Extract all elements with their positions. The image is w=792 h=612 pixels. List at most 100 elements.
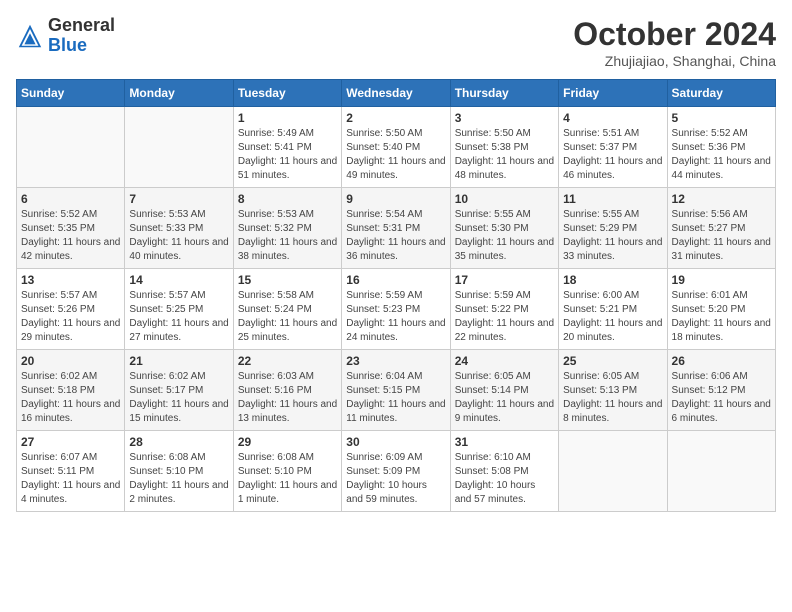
day-info: Sunrise: 6:02 AM Sunset: 5:18 PM Dayligh… [21, 370, 120, 426]
calendar-day-cell: 2 Sunrise: 5:50 AM Sunset: 5:40 PM Daylig… [342, 107, 450, 188]
day-number: 14 [129, 273, 228, 287]
day-number: 9 [346, 192, 445, 206]
day-info: Sunrise: 5:59 AM Sunset: 5:22 PM Dayligh… [455, 289, 554, 345]
calendar-day-cell: 13 Sunrise: 5:57 AM Sunset: 5:26 PM Dayli… [17, 269, 125, 350]
day-number: 16 [346, 273, 445, 287]
day-number: 23 [346, 354, 445, 368]
day-info: Sunrise: 6:00 AM Sunset: 5:21 PM Dayligh… [563, 289, 662, 345]
day-number: 12 [672, 192, 771, 206]
calendar-day-cell [667, 431, 775, 512]
day-info: Sunrise: 5:59 AM Sunset: 5:23 PM Dayligh… [346, 289, 445, 345]
calendar-day-cell: 10 Sunrise: 5:55 AM Sunset: 5:30 PM Dayli… [450, 188, 558, 269]
day-info: Sunrise: 5:57 AM Sunset: 5:25 PM Dayligh… [129, 289, 228, 345]
calendar-day-cell: 11 Sunrise: 5:55 AM Sunset: 5:29 PM Dayli… [559, 188, 667, 269]
day-number: 5 [672, 111, 771, 125]
day-info: Sunrise: 5:52 AM Sunset: 5:35 PM Dayligh… [21, 208, 120, 264]
day-number: 25 [563, 354, 662, 368]
location: Zhujiajiao, Shanghai, China [573, 53, 776, 69]
calendar-day-cell: 8 Sunrise: 5:53 AM Sunset: 5:32 PM Daylig… [233, 188, 341, 269]
day-info: Sunrise: 5:52 AM Sunset: 5:36 PM Dayligh… [672, 127, 771, 183]
day-number: 2 [346, 111, 445, 125]
logo-icon [16, 22, 44, 50]
calendar-day-cell: 12 Sunrise: 5:56 AM Sunset: 5:27 PM Dayli… [667, 188, 775, 269]
day-info: Sunrise: 5:57 AM Sunset: 5:26 PM Dayligh… [21, 289, 120, 345]
calendar-day-cell: 27 Sunrise: 6:07 AM Sunset: 5:11 PM Dayli… [17, 431, 125, 512]
day-number: 18 [563, 273, 662, 287]
calendar-day-cell: 7 Sunrise: 5:53 AM Sunset: 5:33 PM Daylig… [125, 188, 233, 269]
day-number: 24 [455, 354, 554, 368]
calendar-day-cell: 18 Sunrise: 6:00 AM Sunset: 5:21 PM Dayli… [559, 269, 667, 350]
day-info: Sunrise: 5:53 AM Sunset: 5:33 PM Dayligh… [129, 208, 228, 264]
calendar-day-cell: 1 Sunrise: 5:49 AM Sunset: 5:41 PM Daylig… [233, 107, 341, 188]
calendar-day-cell: 28 Sunrise: 6:08 AM Sunset: 5:10 PM Dayli… [125, 431, 233, 512]
day-number: 29 [238, 435, 337, 449]
day-info: Sunrise: 6:03 AM Sunset: 5:16 PM Dayligh… [238, 370, 337, 426]
calendar-day-cell: 25Sunrise: 6:05 AM Sunset: 5:13 PM Dayli… [559, 350, 667, 431]
calendar-day-cell: 19 Sunrise: 6:01 AM Sunset: 5:20 PM Dayli… [667, 269, 775, 350]
day-number: 28 [129, 435, 228, 449]
day-info: Sunrise: 5:55 AM Sunset: 5:30 PM Dayligh… [455, 208, 554, 264]
day-number: 1 [238, 111, 337, 125]
logo: General Blue [16, 16, 115, 56]
calendar-day-cell: 20 Sunrise: 6:02 AM Sunset: 5:18 PM Dayli… [17, 350, 125, 431]
calendar-day-cell: 23Sunrise: 6:04 AM Sunset: 5:15 PM Dayli… [342, 350, 450, 431]
calendar-week-row: 27 Sunrise: 6:07 AM Sunset: 5:11 PM Dayli… [17, 431, 776, 512]
day-info: Sunrise: 6:09 AM Sunset: 5:09 PM Dayligh… [346, 451, 445, 507]
day-info: Sunrise: 5:51 AM Sunset: 5:37 PM Dayligh… [563, 127, 662, 183]
calendar-day-cell: 4 Sunrise: 5:51 AM Sunset: 5:37 PM Daylig… [559, 107, 667, 188]
day-number: 3 [455, 111, 554, 125]
day-info: Sunrise: 5:56 AM Sunset: 5:27 PM Dayligh… [672, 208, 771, 264]
calendar-day-cell [17, 107, 125, 188]
day-number: 10 [455, 192, 554, 206]
calendar-day-cell: 21Sunrise: 6:02 AM Sunset: 5:17 PM Dayli… [125, 350, 233, 431]
day-info: Sunrise: 5:54 AM Sunset: 5:31 PM Dayligh… [346, 208, 445, 264]
day-number: 19 [672, 273, 771, 287]
day-info: Sunrise: 6:10 AM Sunset: 5:08 PM Dayligh… [455, 451, 554, 507]
day-info: Sunrise: 5:53 AM Sunset: 5:32 PM Dayligh… [238, 208, 337, 264]
day-number: 30 [346, 435, 445, 449]
calendar-day-cell: 15 Sunrise: 5:58 AM Sunset: 5:24 PM Dayli… [233, 269, 341, 350]
calendar-day-cell: 26Sunrise: 6:06 AM Sunset: 5:12 PM Dayli… [667, 350, 775, 431]
day-info: Sunrise: 5:55 AM Sunset: 5:29 PM Dayligh… [563, 208, 662, 264]
calendar-day-cell: 6 Sunrise: 5:52 AM Sunset: 5:35 PM Daylig… [17, 188, 125, 269]
day-number: 8 [238, 192, 337, 206]
weekday-header: Wednesday [342, 80, 450, 107]
day-number: 15 [238, 273, 337, 287]
day-info: Sunrise: 5:50 AM Sunset: 5:40 PM Dayligh… [346, 127, 445, 183]
day-number: 7 [129, 192, 228, 206]
day-info: Sunrise: 6:02 AM Sunset: 5:17 PM Dayligh… [129, 370, 228, 426]
calendar-day-cell: 24 Sunrise: 6:05 AM Sunset: 5:14 PM Dayli… [450, 350, 558, 431]
calendar-day-cell: 17 Sunrise: 5:59 AM Sunset: 5:22 PM Dayli… [450, 269, 558, 350]
calendar-header: SundayMondayTuesdayWednesdayThursdayFrid… [17, 80, 776, 107]
day-info: Sunrise: 5:49 AM Sunset: 5:41 PM Dayligh… [238, 127, 337, 183]
day-info: Sunrise: 6:05 AM Sunset: 5:14 PM Dayligh… [455, 370, 554, 426]
day-info: Sunrise: 6:08 AM Sunset: 5:10 PM Dayligh… [238, 451, 337, 507]
day-number: 13 [21, 273, 120, 287]
weekday-header: Friday [559, 80, 667, 107]
calendar-day-cell: 29 Sunrise: 6:08 AM Sunset: 5:10 PM Dayli… [233, 431, 341, 512]
calendar-day-cell: 30 Sunrise: 6:09 AM Sunset: 5:09 PM Dayli… [342, 431, 450, 512]
day-number: 20 [21, 354, 120, 368]
calendar-week-row: 6 Sunrise: 5:52 AM Sunset: 5:35 PM Daylig… [17, 188, 776, 269]
title-block: October 2024 Zhujiajiao, Shanghai, China [573, 16, 776, 69]
day-info: Sunrise: 6:07 AM Sunset: 5:11 PM Dayligh… [21, 451, 120, 507]
day-info: Sunrise: 5:50 AM Sunset: 5:38 PM Dayligh… [455, 127, 554, 183]
day-number: 27 [21, 435, 120, 449]
page-header: General Blue October 2024 Zhujiajiao, Sh… [16, 16, 776, 69]
day-number: 11 [563, 192, 662, 206]
day-info: Sunrise: 6:06 AM Sunset: 5:12 PM Dayligh… [672, 370, 771, 426]
day-number: 22 [238, 354, 337, 368]
day-number: 17 [455, 273, 554, 287]
calendar-week-row: 13 Sunrise: 5:57 AM Sunset: 5:26 PM Dayli… [17, 269, 776, 350]
calendar-day-cell: 9 Sunrise: 5:54 AM Sunset: 5:31 PM Daylig… [342, 188, 450, 269]
day-number: 4 [563, 111, 662, 125]
weekday-header: Thursday [450, 80, 558, 107]
day-info: Sunrise: 5:58 AM Sunset: 5:24 PM Dayligh… [238, 289, 337, 345]
day-info: Sunrise: 6:08 AM Sunset: 5:10 PM Dayligh… [129, 451, 228, 507]
day-info: Sunrise: 6:01 AM Sunset: 5:20 PM Dayligh… [672, 289, 771, 345]
weekday-header: Saturday [667, 80, 775, 107]
calendar-day-cell: 14 Sunrise: 5:57 AM Sunset: 5:25 PM Dayli… [125, 269, 233, 350]
calendar-week-row: 20 Sunrise: 6:02 AM Sunset: 5:18 PM Dayli… [17, 350, 776, 431]
day-number: 6 [21, 192, 120, 206]
calendar-day-cell: 3 Sunrise: 5:50 AM Sunset: 5:38 PM Daylig… [450, 107, 558, 188]
